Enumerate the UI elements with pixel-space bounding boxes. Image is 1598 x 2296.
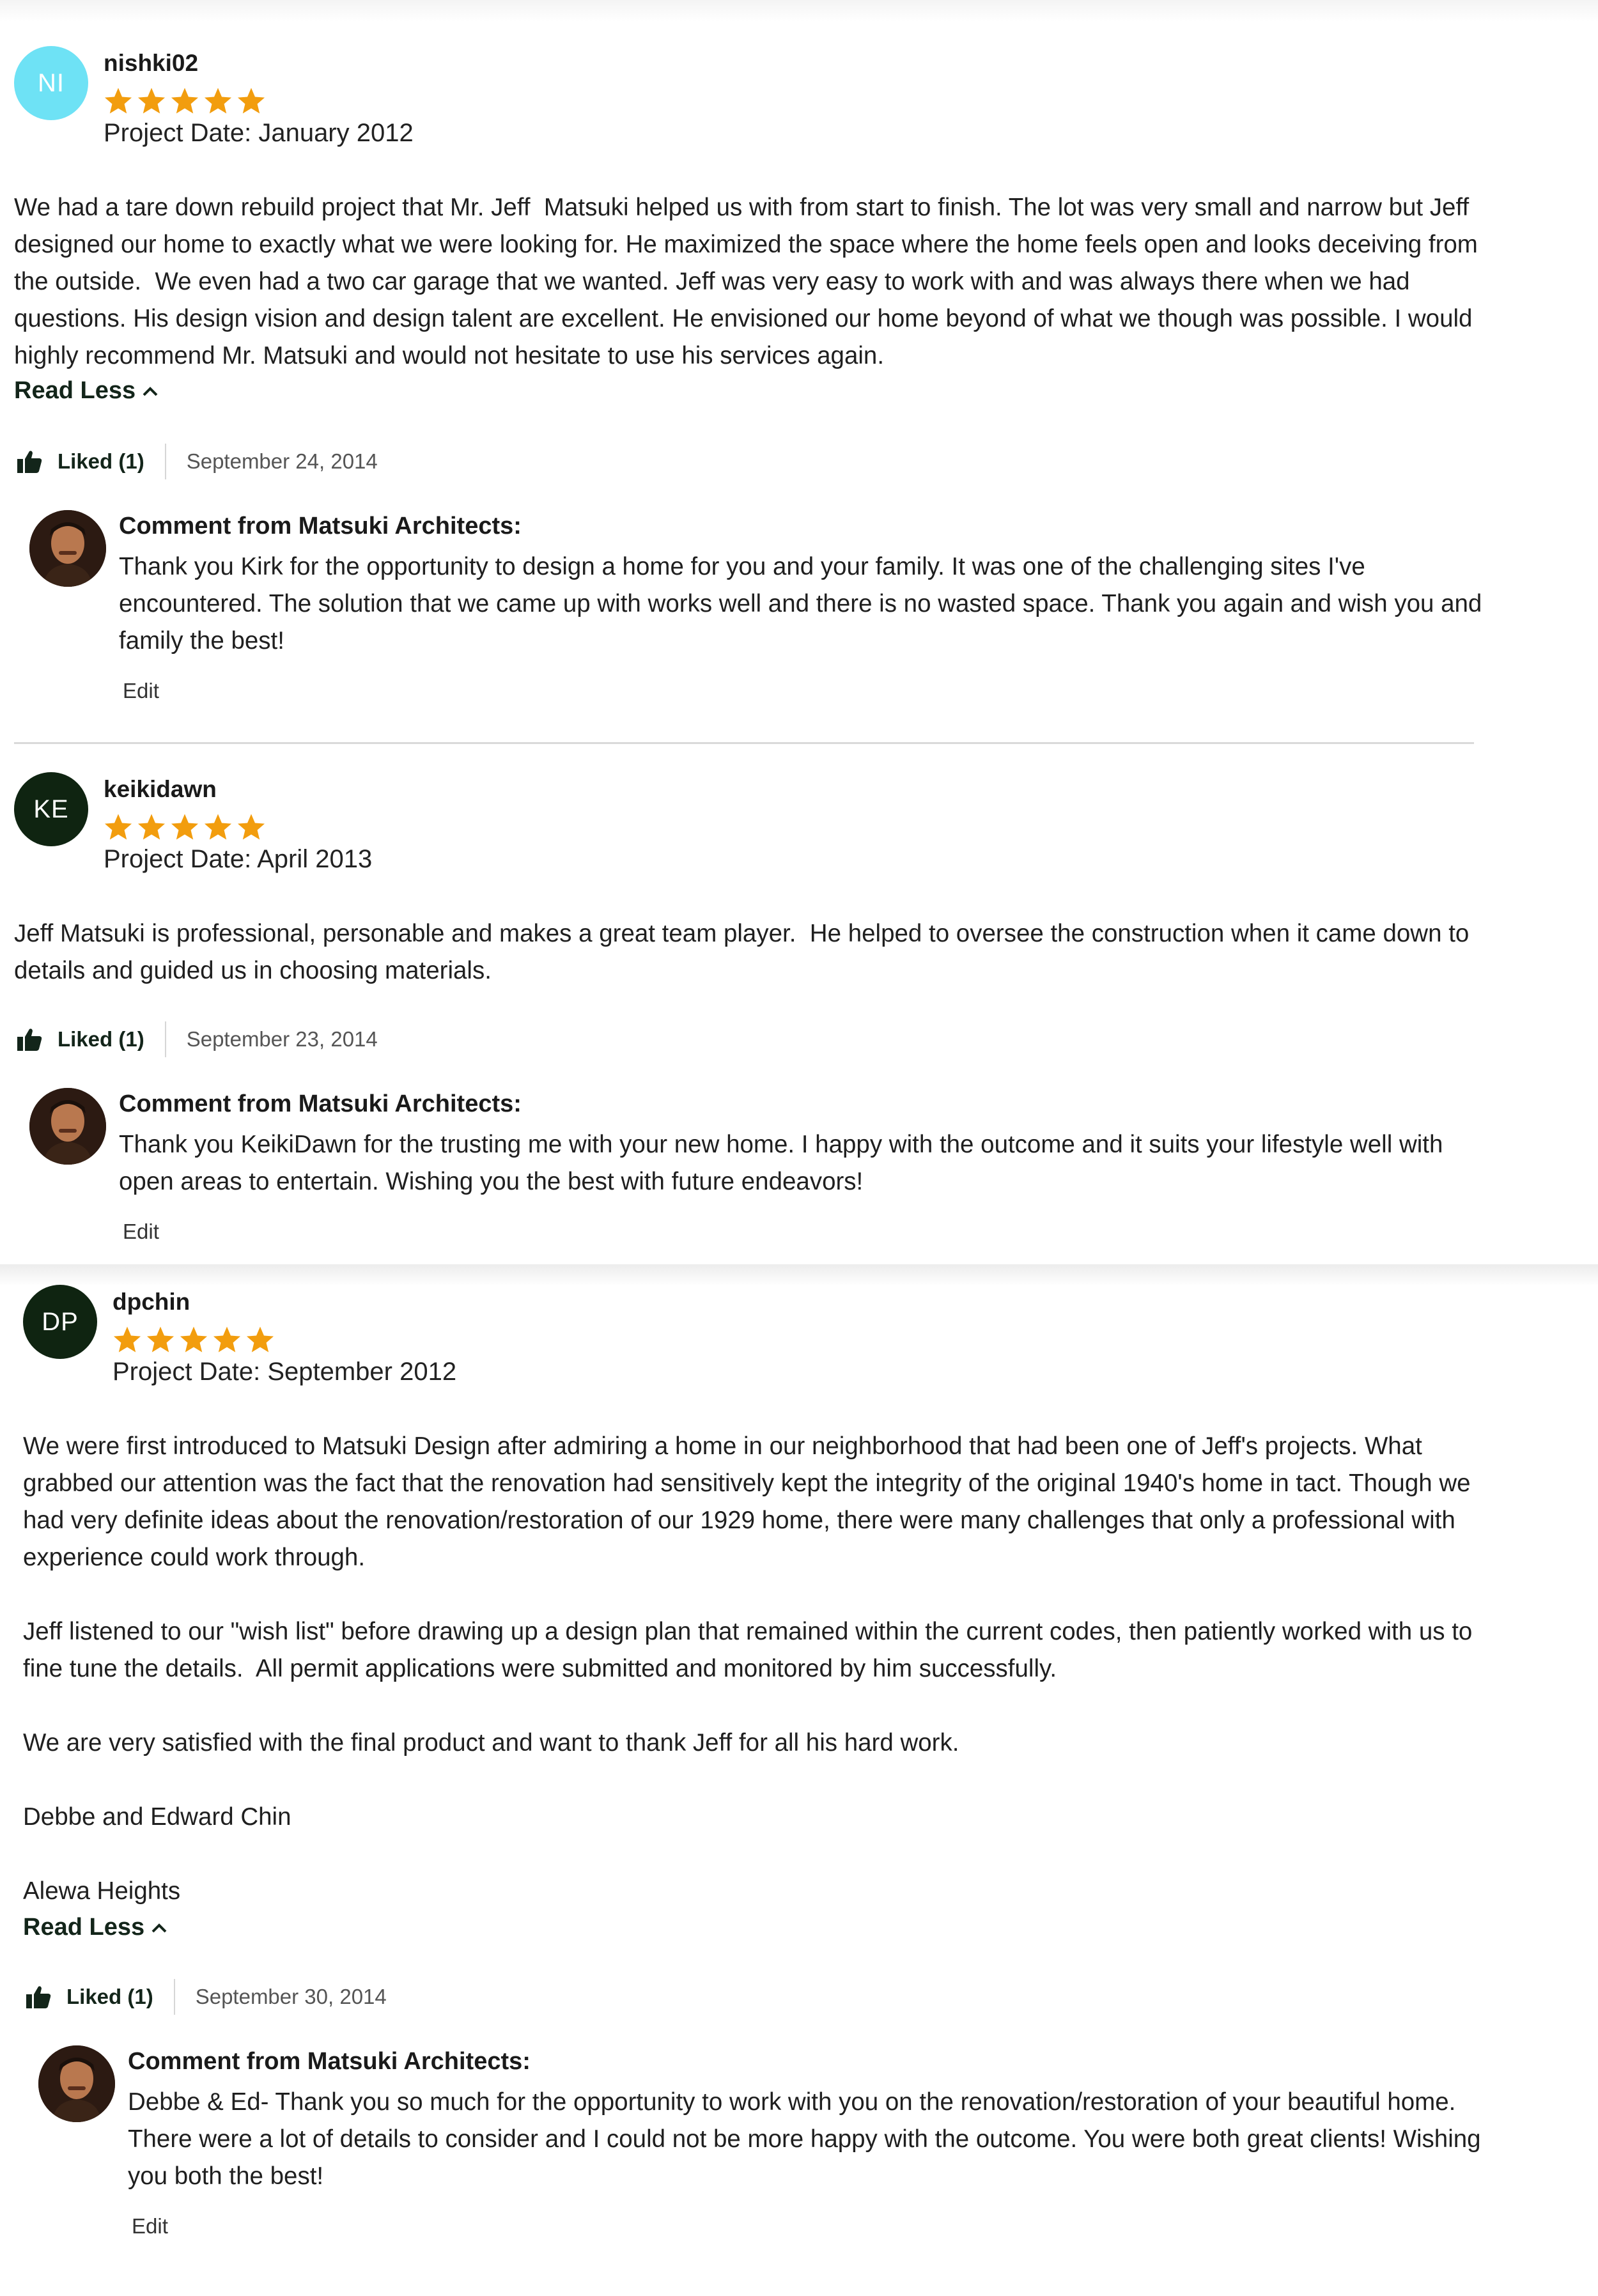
review-date: September 30, 2014 xyxy=(195,1985,387,2008)
thumbs-up-icon[interactable] xyxy=(17,449,42,474)
avatar[interactable]: NI xyxy=(14,46,88,120)
star-icon xyxy=(237,88,265,114)
chevron-up-icon xyxy=(143,386,158,396)
star-icon xyxy=(137,88,166,114)
star-icon xyxy=(213,1326,241,1353)
review-paragraph: Alewa Heights xyxy=(23,1877,181,1905)
review-meta: Liked (1) September 24, 2014 xyxy=(14,444,378,479)
reviewer-name[interactable]: keikidawn xyxy=(104,776,217,803)
review-text: Jeff Matsuki is professional, personable… xyxy=(14,915,1491,989)
review-date: September 23, 2014 xyxy=(186,1027,378,1051)
star-rating xyxy=(104,813,266,841)
divider xyxy=(173,1979,175,2015)
comment-title: Comment from Matsuki Architects: xyxy=(128,2048,531,2075)
project-date: Project Date: January 2012 xyxy=(104,119,414,147)
owner-avatar xyxy=(38,2045,115,2122)
review-text: We were first introduced to Matsuki Desi… xyxy=(23,1428,1500,1910)
review-paragraph: We are very satisfied with the final pro… xyxy=(23,1729,959,1757)
star-icon xyxy=(237,814,265,840)
avatar[interactable]: DP xyxy=(23,1285,97,1359)
owner-avatar xyxy=(29,1088,106,1165)
comment-text: Thank you KeikiDawn for the trusting me … xyxy=(119,1131,1443,1195)
star-rating xyxy=(104,87,266,115)
avatar-initials: DP xyxy=(42,1307,79,1336)
avatar[interactable]: KE xyxy=(14,772,88,846)
read-less-link[interactable]: Read Less xyxy=(14,377,159,405)
project-date: Project Date: April 2013 xyxy=(104,845,373,873)
thumbs-up-icon[interactable] xyxy=(26,1985,51,2009)
liked-count[interactable]: Liked (1) xyxy=(66,1985,153,2009)
star-icon xyxy=(180,1326,208,1353)
review-paragraph: Jeff listened to our "wish list" before … xyxy=(23,1618,1480,1682)
review-date: September 24, 2014 xyxy=(186,449,378,473)
edit-link[interactable]: Edit xyxy=(123,679,159,703)
liked-count[interactable]: Liked (1) xyxy=(58,1027,144,1051)
liked-count[interactable]: Liked (1) xyxy=(58,449,144,474)
review-meta: Liked (1) September 23, 2014 xyxy=(14,1021,378,1057)
star-icon xyxy=(104,814,132,840)
star-icon xyxy=(171,88,199,114)
read-less-label: Read Less xyxy=(23,1914,145,1941)
comment-text: Thank you Kirk for the opportunity to de… xyxy=(119,553,1482,655)
star-icon xyxy=(146,1326,175,1353)
comment-title: Comment from Matsuki Architects: xyxy=(119,1090,522,1117)
section-shadow xyxy=(0,1264,1598,1286)
review-paragraph: We were first introduced to Matsuki Desi… xyxy=(23,1432,1478,1571)
edit-link[interactable]: Edit xyxy=(132,2214,168,2238)
star-icon xyxy=(204,814,232,840)
owner-avatar xyxy=(29,510,106,587)
star-icon xyxy=(204,88,232,114)
review-paragraph: Jeff Matsuki is professional, personable… xyxy=(14,920,1477,984)
read-less-label: Read Less xyxy=(14,377,136,404)
review-meta: Liked (1) September 30, 2014 xyxy=(23,1979,387,2015)
star-rating xyxy=(112,1326,275,1354)
avatar-initials: KE xyxy=(33,795,69,823)
review-paragraph: Debbe and Edward Chin xyxy=(23,1803,291,1831)
avatar-initials: NI xyxy=(38,68,65,97)
edit-link[interactable]: Edit xyxy=(123,1220,159,1244)
star-icon xyxy=(113,1326,141,1353)
star-icon xyxy=(137,814,166,840)
reviewer-name[interactable]: dpchin xyxy=(112,1289,190,1315)
comment-text: Debbe & Ed- Thank you so much for the op… xyxy=(128,2088,1481,2190)
reviewer-name[interactable]: nishki02 xyxy=(104,50,198,77)
star-icon xyxy=(171,814,199,840)
chevron-up-icon xyxy=(151,1923,167,1932)
review-text: We had a tare down rebuild project that … xyxy=(14,189,1491,375)
divider xyxy=(164,444,166,479)
review-divider xyxy=(14,742,1474,744)
star-icon xyxy=(246,1326,274,1353)
star-icon xyxy=(104,88,132,114)
read-less-link[interactable]: Read Less xyxy=(23,1914,167,1941)
project-date: Project Date: September 2012 xyxy=(112,1358,457,1386)
thumbs-up-icon[interactable] xyxy=(17,1027,42,1051)
divider xyxy=(164,1021,166,1057)
top-shadow xyxy=(0,0,1598,22)
review-paragraph: We had a tare down rebuild project that … xyxy=(14,194,1485,369)
comment-title: Comment from Matsuki Architects: xyxy=(119,513,522,539)
